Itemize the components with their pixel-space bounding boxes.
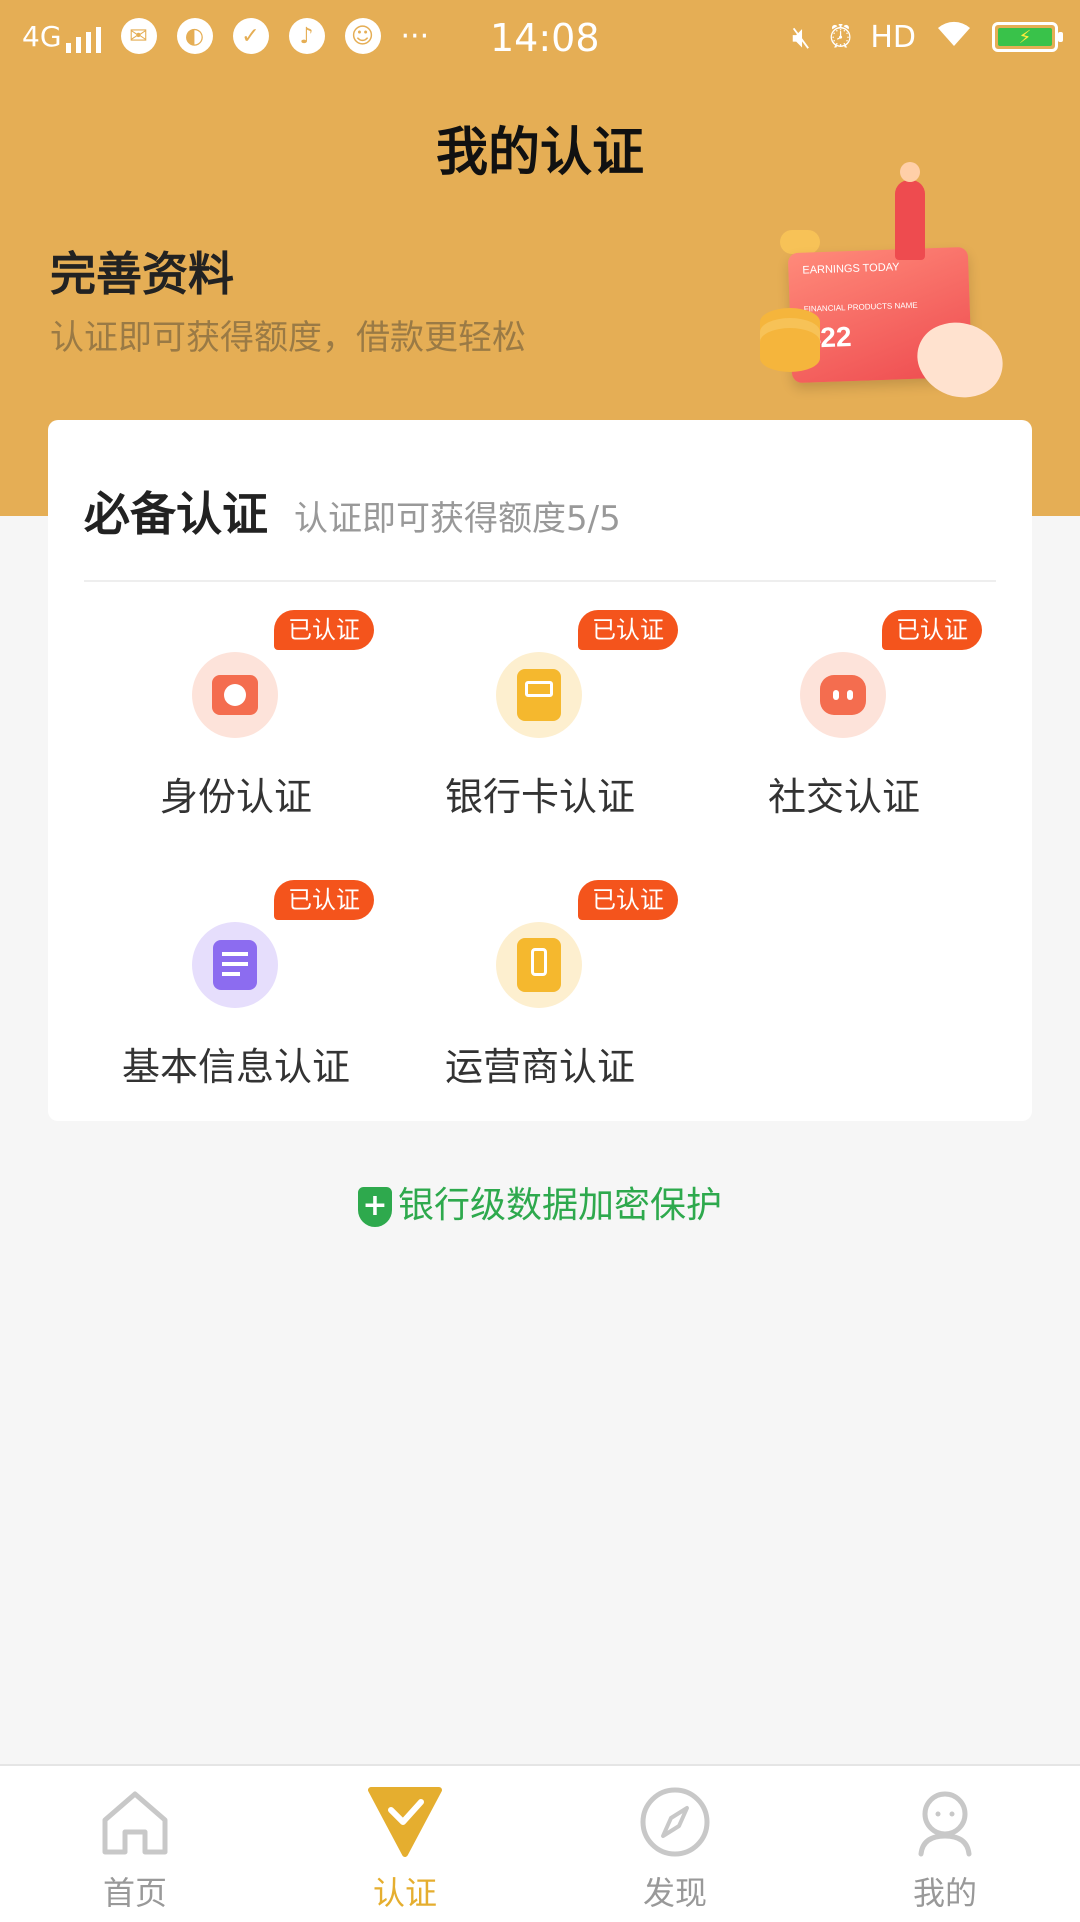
verify-check-icon	[368, 1787, 442, 1857]
cert-item-label: 银行卡认证	[444, 775, 635, 819]
music-icon: ♪	[288, 18, 325, 54]
nav-item-verify[interactable]: 认证	[270, 1766, 540, 1922]
user-icon	[918, 1791, 972, 1857]
security-note-text: 银行级数据加密保护	[397, 1185, 722, 1226]
cert-item-identity[interactable]: 已认证 身份认证	[86, 610, 386, 819]
certification-card: 必备认证 认证即可获得额度5/5 已认证 身份认证 已认证 银行卡认证 已认证	[48, 420, 1032, 1121]
nav-label: 首页	[102, 1874, 167, 1912]
wechat-icon: ✉	[120, 18, 157, 54]
more-notifications-icon: ···	[400, 18, 430, 54]
status-time: 14:08	[490, 16, 600, 60]
cellular-signal-icon: 4G	[22, 20, 101, 53]
security-note: + 银行级数据加密保护	[0, 1176, 1080, 1228]
shield-icon: +	[357, 1187, 392, 1227]
nav-item-mine[interactable]: 我的	[810, 1766, 1080, 1922]
home-icon	[102, 1791, 168, 1855]
saturn-icon: ◐	[176, 18, 213, 54]
phone-icon	[496, 922, 582, 1008]
cert-item-bank-card[interactable]: 已认证 银行卡认证	[390, 610, 690, 819]
status-badge: 已认证	[274, 610, 374, 650]
compass-icon	[640, 1787, 710, 1857]
certification-progress: 认证即可获得额度5/5	[294, 499, 621, 539]
cert-item-label: 运营商认证	[444, 1045, 635, 1089]
status-badge: 已认证	[578, 880, 678, 920]
qq-icon: ☺	[344, 18, 381, 54]
cert-item-social[interactable]: 已认证 社交认证	[694, 610, 994, 819]
status-badge: 已认证	[274, 880, 374, 920]
illustration-card-text: FINANCIAL PRODUCTS NAME	[803, 300, 918, 314]
alarm-icon: ⏰︎	[828, 19, 853, 55]
nav-item-discover[interactable]: 发现	[540, 1766, 810, 1922]
cert-item-basic-info[interactable]: 已认证 基本信息认证	[86, 880, 386, 1089]
nav-item-home[interactable]: 首页	[0, 1766, 270, 1922]
bank-card-icon	[496, 652, 582, 738]
cert-item-label: 基本信息认证	[121, 1045, 350, 1089]
document-icon	[192, 922, 278, 1008]
battery-icon: ⚡	[992, 22, 1063, 52]
cert-item-carrier[interactable]: 已认证 运营商认证	[390, 880, 690, 1089]
mute-icon: 🔇︎	[792, 19, 811, 55]
nav-label: 我的	[912, 1874, 977, 1912]
divider	[84, 580, 996, 582]
banner-title: 完善资料	[50, 247, 234, 301]
id-badge-icon	[192, 652, 278, 738]
hd-label: HD	[870, 19, 916, 55]
nav-label: 认证	[372, 1874, 437, 1912]
nav-label: 发现	[642, 1874, 707, 1912]
cert-item-label: 身份认证	[159, 775, 312, 819]
bottom-nav: 首页 认证 发现 我的	[0, 1764, 1080, 1922]
banner-subtitle: 认证即可获得额度，借款更轻松	[50, 318, 526, 358]
certification-title: 必备认证	[84, 487, 268, 541]
status-badge: 已认证	[578, 610, 678, 650]
cert-item-label: 社交认证	[767, 775, 920, 819]
banner-illustration: EARNINGS TODAY FINANCIAL PRODUCTS NAME 4…	[720, 162, 1030, 420]
illustration-card-text: EARNINGS TODAY	[802, 261, 900, 277]
check-circle-icon: ✓	[232, 18, 269, 54]
wifi-icon	[934, 18, 974, 56]
status-bar: 4G ✉ ◐ ✓ ♪ ☺ ··· 14:08 🔇︎ ⏰︎ HD ⚡	[0, 0, 1080, 76]
chat-bubble-icon	[800, 652, 886, 738]
status-badge: 已认证	[882, 610, 982, 650]
